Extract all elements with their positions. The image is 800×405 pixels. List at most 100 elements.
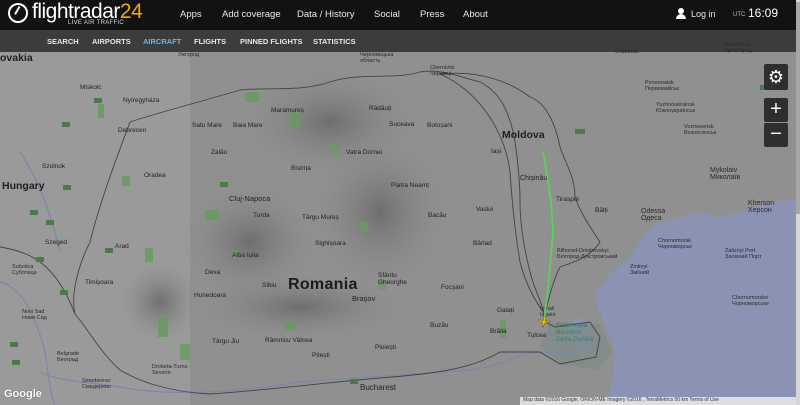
label-chornomorske: Chornomorske Чорноморське <box>732 295 769 307</box>
page-scrollbar-thumb[interactable] <box>796 2 800 214</box>
label-danube-delta: Rezervația Biosferei Delta Dunării <box>556 322 594 343</box>
label-bucharest: Bucharest <box>360 383 397 392</box>
label-novi-sad: Novi Sad Нови Сад <box>22 309 47 321</box>
label-yuzhnoukrainsk: Yuzhnoukrainsk Южноукраїнськ <box>656 102 696 114</box>
subnav-flights[interactable]: FLIGHTS <box>194 37 226 46</box>
label-tulcea: Tulcea <box>527 332 547 339</box>
label-iasi: Iași <box>491 148 502 155</box>
gear-icon: ⚙ <box>767 67 785 87</box>
nav-press[interactable]: Press <box>420 9 444 20</box>
label-galati: Galați <box>497 307 514 314</box>
zoom-in-button[interactable]: + <box>764 98 788 122</box>
login-button[interactable]: Log in <box>676 8 716 19</box>
label-deva: Deva <box>205 269 221 276</box>
label-zaliznyi-port: Zaliznyi Port Залізний Порт <box>725 248 762 260</box>
label-zalau: Zalău <box>211 149 228 156</box>
label-arad: Arad <box>115 243 129 250</box>
label-ploiesti: Ploiești <box>375 344 396 351</box>
google-logo: Google <box>4 388 42 400</box>
subnav-airports[interactable]: AIRPORTS <box>92 37 131 46</box>
nav-about[interactable]: About <box>463 9 488 20</box>
map-attribution[interactable]: Map data ©2016 Google, ORION-ME Imagery … <box>520 397 800 405</box>
label-chisinau: Chișinău <box>520 175 548 182</box>
label-buzau: Buzău <box>430 322 449 329</box>
subnav-search[interactable]: SEARCH <box>47 37 79 46</box>
label-sfantu-gheorghe: Sfântu Gheorghe <box>378 272 407 286</box>
label-debrecen: Debrecen <box>118 127 147 134</box>
nav-apps[interactable]: Apps <box>180 9 202 20</box>
label-hunedoara: Hunedoara <box>194 292 227 299</box>
map-settings-button[interactable]: ⚙ <box>764 64 788 90</box>
label-ramnicu-valcea: Râmnicu Vâlcea <box>265 337 313 344</box>
top-navigation-bar: flightradar24 LIVE AIR TRAFFIC Apps Add … <box>0 0 800 30</box>
label-turda: Turda <box>253 212 270 219</box>
label-alba-iulia: Alba Iulia <box>232 252 259 259</box>
label-piatra-neamt: Piatra Neamț <box>391 182 429 189</box>
label-focsani: Focșani <box>441 284 464 291</box>
label-chornomorsk: Chornomorsk Чорноморськ <box>658 238 692 250</box>
label-kherson: Kherson Херсон <box>748 200 775 214</box>
label-voznesensk: Voznesensk Вознесенськ <box>684 124 717 136</box>
map-canvas[interactable]: ovakia Hungary Romania Moldova Miskolc N… <box>0 42 800 405</box>
label-romania: Romania <box>288 276 358 293</box>
label-chernivtsi-oblast: Черновецька область <box>360 52 394 64</box>
nav-data-history[interactable]: Data / History <box>297 9 355 20</box>
sub-navigation-bar: SEARCH AIRPORTS AIRCRAFT FLIGHTS PINNED … <box>0 30 800 52</box>
label-slovakia: ovakia <box>0 52 33 64</box>
nav-social[interactable]: Social <box>374 9 400 20</box>
label-suceava: Suceava <box>389 121 415 128</box>
label-uzhhorod: Ужгород <box>178 52 200 58</box>
label-kirovohrad: Kirovohrad Кіровоград <box>724 42 752 54</box>
label-moldova: Moldova <box>502 129 545 141</box>
label-hungary: Hungary <box>2 180 45 192</box>
label-miskolc: Miskolc <box>80 84 102 91</box>
label-cluj-napoca: Cluj-Napoca <box>229 194 271 203</box>
zoom-out-button[interactable]: − <box>764 123 788 147</box>
label-zmiinyi: Zmiinyi Зміїний <box>630 264 650 276</box>
label-targu-mures: Târgu Mureș <box>302 214 339 221</box>
label-szeged: Szeged <box>45 239 68 246</box>
radar-logo-icon <box>8 3 28 23</box>
subnav-statistics[interactable]: STATISTICS <box>313 37 356 46</box>
label-nyiregyhaza: Nyíregyháza <box>123 97 160 104</box>
label-smederevo: Smederevo Смедерево <box>82 378 111 390</box>
label-bilhorod-dnistrovskyi: Bilhorod-Dnistrovskyi Білгород-Дністровс… <box>557 248 618 260</box>
label-mykolaiv: Mykolaiv Миколаїв <box>710 167 741 181</box>
label-izmail: Izmail Ізмаїл <box>540 306 556 318</box>
label-balti: Bălți <box>595 207 608 214</box>
label-bistrita: Bistrița <box>291 165 311 172</box>
label-brasov: Brașov <box>352 294 376 303</box>
label-odessa: Odessa Одеса <box>641 208 666 222</box>
user-icon <box>676 8 686 19</box>
label-subotica: Subotica Суботица <box>12 264 37 276</box>
utc-clock: 16:09 <box>748 6 779 20</box>
label-sighisoara: Sighișoara <box>315 240 346 247</box>
label-bacau: Bacău <box>428 212 447 219</box>
flightradar24-logo[interactable]: flightradar24 LIVE AIR TRAFFIC <box>8 0 143 30</box>
login-label: Log in <box>691 9 716 19</box>
label-vaslui: Vaslui <box>476 206 494 213</box>
label-pitesti: Pitești <box>312 352 330 359</box>
label-baia-mare: Baia Mare <box>233 122 263 129</box>
subnav-aircraft[interactable]: AIRCRAFT <box>143 37 181 46</box>
label-stryisk: Стрийськ <box>615 49 639 55</box>
logo-tagline: LIVE AIR TRAFFIC <box>68 20 125 26</box>
label-oradea: Oradea <box>144 172 166 179</box>
label-vatra-dornei: Vatra Dornei <box>346 149 383 156</box>
nav-add-coverage[interactable]: Add coverage <box>222 9 281 20</box>
utc-label: UTC <box>733 12 746 18</box>
label-maramures: Maramureș <box>271 107 304 114</box>
label-targu-jiu: Târgu Jiu <box>212 338 240 345</box>
label-botosani: Botoșani <box>427 122 453 129</box>
label-barlad: Bârlad <box>473 240 492 247</box>
label-szolnok: Szolnok <box>42 163 66 170</box>
label-drobeta: Drobeta-Turnu Severin <box>152 364 188 376</box>
label-satu-mare: Satu Mare <box>192 122 222 129</box>
label-braila: Brăila <box>490 328 507 335</box>
label-belgrade: Belgrade Београд <box>57 351 80 363</box>
label-timisoara: Timișoara <box>85 279 114 286</box>
label-radauti: Rădăuți <box>369 105 392 112</box>
subnav-pinned-flights[interactable]: PINNED FLIGHTS <box>240 37 303 46</box>
label-pervomaisk: Pervomaisk Первомайськ <box>645 80 679 92</box>
label-tiraspol: Tiraspol <box>556 196 579 203</box>
